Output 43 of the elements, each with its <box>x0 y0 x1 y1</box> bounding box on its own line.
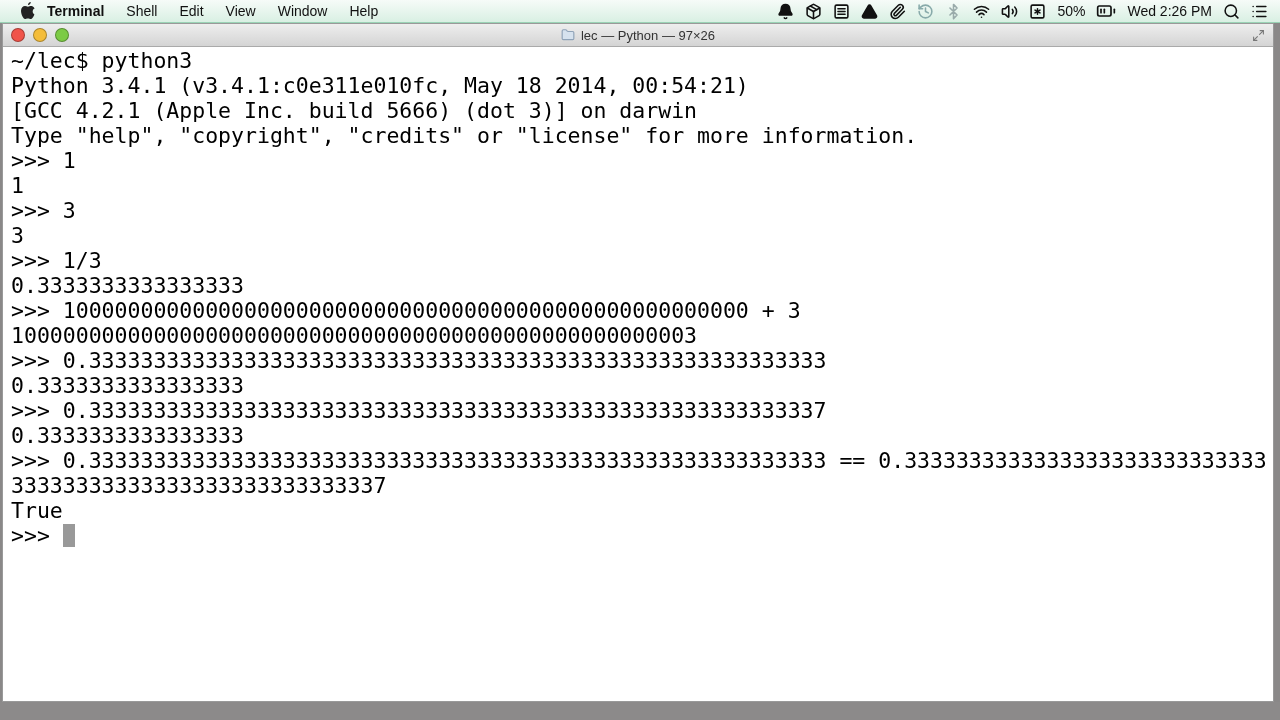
terminal-line: 10000000000000000000000000000000000000000000000000003 <box>11 323 698 348</box>
terminal-line: Type "help", "copyright", "credits" or "license" for more information. <box>11 123 918 148</box>
terminal-line: >>> 1/3 <box>11 248 102 273</box>
folder-icon <box>560 28 575 42</box>
menu-item[interactable]: Window <box>266 3 339 19</box>
window-title: lec — Python — 97×26 <box>580 27 716 43</box>
close-button[interactable] <box>11 28 25 42</box>
keyboard-icon[interactable] <box>1029 2 1047 20</box>
app-menu[interactable]: Terminal <box>36 3 116 19</box>
terminal-line: >>> 1 <box>11 148 76 173</box>
terminal-line: Python 3.4.1 (v3.4.1:c0e311e010fc, May 18 2014, 00:54:21) <box>11 73 749 98</box>
terminal-line: True <box>11 498 63 523</box>
menu-item[interactable]: Help <box>338 3 390 19</box>
battery-percent[interactable]: 50% <box>1057 3 1086 19</box>
fullscreen-icon[interactable] <box>1252 28 1265 42</box>
prompt: >>> <box>11 523 51 548</box>
terminal-line: >>> 0.333333333333333333333333333333333333333333333333333333333 <box>11 348 827 373</box>
search-icon[interactable] <box>1223 2 1240 20</box>
terminal-line: 3 <box>11 223 24 248</box>
terminal-line: 0.3333333333333333 <box>11 373 244 398</box>
terminal-line: >>> 0.333333333333333333333333333333333333333333333333333333333 == 0.3333333333333333333333333333 <box>11 448 1267 473</box>
terminal-line: 1 <box>11 173 24 198</box>
menu-item[interactable]: Shell <box>115 3 169 19</box>
terminal-line: 0.3333333333333333 <box>11 273 244 298</box>
triangle-icon[interactable] <box>861 2 879 20</box>
minimize-button[interactable] <box>33 28 47 42</box>
terminal-line: 0.3333333333333333 <box>11 423 244 448</box>
menu-item[interactable]: View <box>214 3 267 19</box>
paperclip-icon[interactable] <box>889 2 907 20</box>
terminal-line: >>> 10000000000000000000000000000000000000000000000000000 + 3 <box>11 298 801 323</box>
terminal-line: [GCC 4.2.1 (Apple Inc. build 5666) (dot 3)] on darwin <box>11 98 698 123</box>
clock[interactable]: Wed 2:26 PM <box>1127 3 1212 19</box>
terminal-line: ~/lec$ python3 <box>11 48 193 73</box>
zoom-button[interactable] <box>55 28 69 42</box>
bell-icon[interactable] <box>777 2 795 20</box>
terminal-line: 33333333333333333333333333337 <box>11 473 387 498</box>
app-icon[interactable] <box>833 2 851 20</box>
volume-icon[interactable] <box>1001 2 1019 20</box>
terminal-line: >>> 0.333333333333333333333333333333333333333333333333333333337 <box>11 398 827 423</box>
menu-item[interactable]: Edit <box>168 3 215 19</box>
apple-logo-icon[interactable] <box>20 2 36 20</box>
box-icon[interactable] <box>805 2 823 20</box>
terminal-line: >>> 3 <box>11 198 76 223</box>
